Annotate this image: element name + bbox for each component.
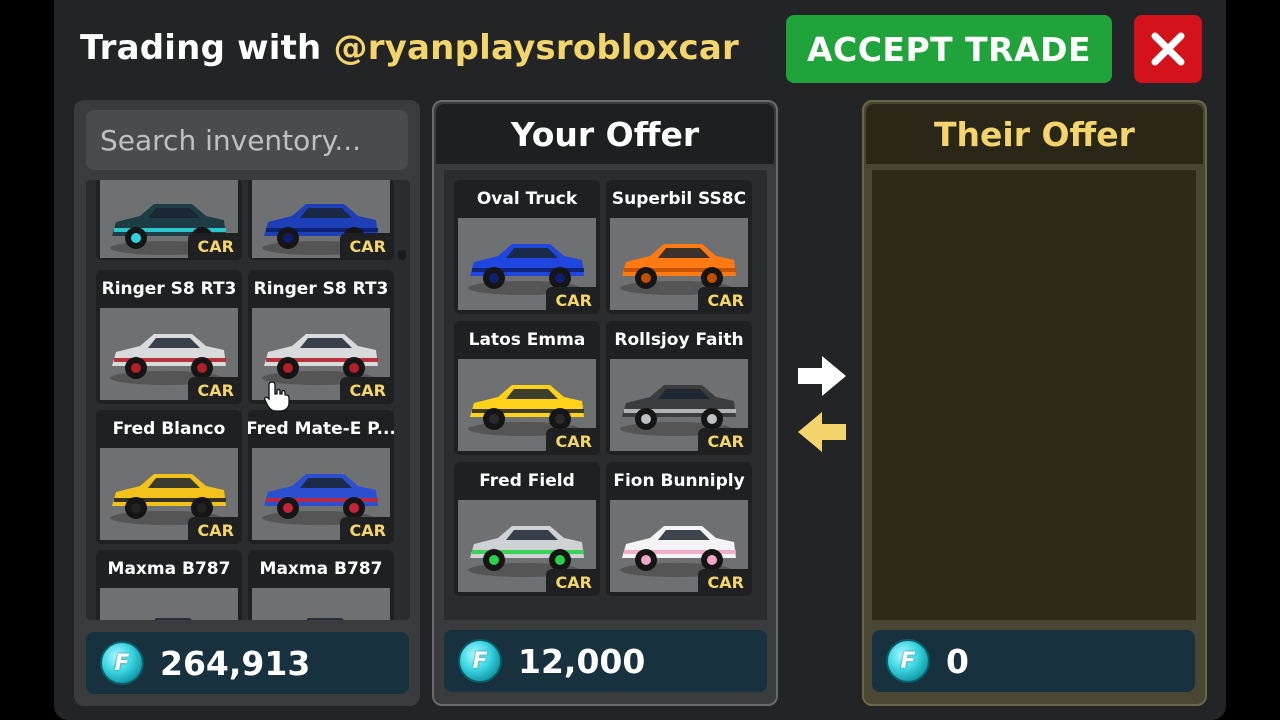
search-inventory-input[interactable]: Search inventory... bbox=[86, 110, 408, 170]
coin-icon: F bbox=[886, 639, 930, 683]
item-thumbnail bbox=[100, 588, 238, 620]
item-name: Fred Mate-E P... bbox=[248, 419, 394, 439]
coin-icon: F bbox=[100, 641, 144, 685]
coin-icon: F bbox=[458, 639, 502, 683]
item-name: Ringer S8 RT3 bbox=[253, 279, 389, 299]
inventory-item-card[interactable]: Maxma B787 bbox=[96, 550, 242, 620]
hand-pointer-icon bbox=[264, 381, 290, 412]
their-offer-list bbox=[872, 170, 1196, 620]
your_offer-item-card[interactable]: Fred Field CAR bbox=[454, 462, 600, 596]
item-name: Latos Emma bbox=[468, 330, 586, 350]
inventory-item-card[interactable]: CAR bbox=[248, 180, 394, 260]
inventory-list[interactable]: CAR CAR Ringer S8 RT3 CAR Ringer S8 RT3 CAR Fr… bbox=[86, 180, 410, 620]
your-offer-title: Your Offer bbox=[436, 104, 774, 164]
item-name: Maxma B787 bbox=[259, 559, 383, 579]
item-type-badge: CAR bbox=[339, 377, 394, 404]
item-type-badge: CAR bbox=[697, 428, 752, 455]
item-type-badge: CAR bbox=[339, 517, 394, 544]
item-type-badge: CAR bbox=[697, 287, 752, 314]
item-type-badge: CAR bbox=[545, 287, 600, 314]
item-name: Ringer S8 RT3 bbox=[101, 279, 237, 299]
car-image bbox=[147, 614, 199, 620]
item-type-badge: CAR bbox=[545, 569, 600, 596]
your_offer-item-card[interactable]: Fion Bunniply CAR bbox=[606, 462, 752, 596]
inventory-item-card[interactable]: Fred Blanco CAR bbox=[96, 410, 242, 544]
item-type-badge: CAR bbox=[697, 569, 752, 596]
trade-title: Trading with @ryanplaysrobloxcar bbox=[80, 28, 739, 68]
inventory-item-card[interactable]: CAR bbox=[96, 180, 242, 260]
arrow-right-icon bbox=[798, 356, 846, 396]
accept-trade-button[interactable]: ACCEPT TRADE bbox=[786, 15, 1112, 83]
close-x-icon bbox=[1151, 32, 1185, 66]
trade-partner-username: @ryanplaysrobloxcar bbox=[333, 28, 739, 68]
inventory-item-card[interactable]: Ringer S8 RT3 CAR bbox=[96, 270, 242, 404]
item-type-badge: CAR bbox=[545, 428, 600, 455]
item-type-badge: CAR bbox=[187, 517, 242, 544]
inventory-balance: F 264,913 bbox=[86, 632, 409, 694]
item-name: Fion Bunniply bbox=[613, 471, 745, 491]
their-offer-title: Their Offer bbox=[866, 104, 1203, 164]
your-offer-balance: F 12,000 bbox=[444, 630, 767, 692]
car-image bbox=[299, 614, 351, 620]
item-name: Oval Truck bbox=[476, 189, 578, 209]
inventory-scrollbar[interactable] bbox=[398, 250, 406, 260]
their-offer-balance: F 0 bbox=[872, 630, 1195, 692]
your_offer-item-card[interactable]: Oval Truck CAR bbox=[454, 180, 600, 314]
item-type-badge: CAR bbox=[339, 233, 394, 260]
your_offer-item-card[interactable]: Latos Emma CAR bbox=[454, 321, 600, 455]
their-offer-balance-value: 0 bbox=[946, 641, 969, 681]
close-button[interactable] bbox=[1134, 15, 1202, 83]
item-name: Superbil SS8C bbox=[611, 189, 747, 209]
inventory-item-card[interactable]: Fred Mate-E P... CAR bbox=[248, 410, 394, 544]
inventory-balance-value: 264,913 bbox=[160, 643, 311, 683]
item-type-badge: CAR bbox=[187, 377, 242, 404]
your_offer-item-card[interactable]: Rollsjoy Faith CAR bbox=[606, 321, 752, 455]
item-name: Fred Blanco bbox=[112, 419, 226, 439]
item-name: Fred Field bbox=[479, 471, 575, 491]
your_offer-item-card[interactable]: Superbil SS8C CAR bbox=[606, 180, 752, 314]
inventory-item-card[interactable]: Maxma B787 bbox=[248, 550, 394, 620]
your-offer-list: Oval Truck CAR Superbil SS8C CAR Latos Emma C… bbox=[444, 170, 767, 620]
arrow-left-icon bbox=[798, 412, 846, 452]
your-offer-balance-value: 12,000 bbox=[518, 641, 646, 681]
item-thumbnail bbox=[252, 588, 390, 620]
item-type-badge: CAR bbox=[187, 233, 242, 260]
title-prefix: Trading with bbox=[80, 28, 334, 68]
item-name: Maxma B787 bbox=[107, 559, 231, 579]
item-name: Rollsjoy Faith bbox=[614, 330, 744, 350]
